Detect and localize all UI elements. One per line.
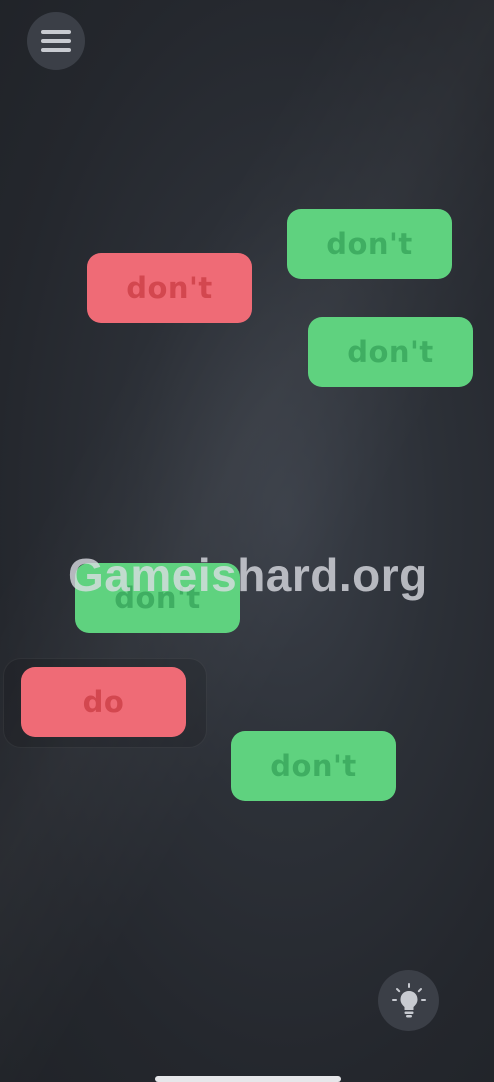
home-indicator	[155, 1076, 341, 1082]
menu-button[interactable]	[27, 12, 85, 70]
word-tile-5[interactable]: do	[21, 667, 186, 737]
word-tile-3[interactable]: don't	[308, 317, 473, 387]
watermark-text: Gameishard.org	[68, 549, 428, 601]
hamburger-menu-icon	[41, 30, 71, 52]
word-tile-2[interactable]: don't	[87, 253, 252, 323]
lightbulb-icon	[391, 982, 426, 1017]
background-sheen	[0, 0, 494, 1080]
word-tile-6[interactable]: don't	[231, 731, 396, 801]
word-tile-1[interactable]: don't	[287, 209, 452, 279]
hint-button[interactable]	[378, 970, 439, 1031]
